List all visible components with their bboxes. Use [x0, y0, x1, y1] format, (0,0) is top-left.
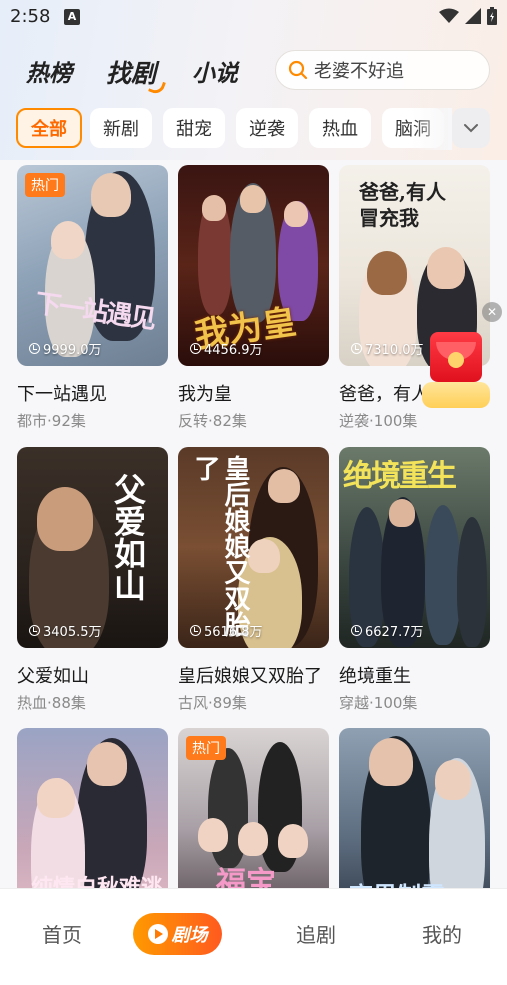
- tab-novel-label: 小说: [192, 61, 238, 87]
- drama-episodes: 92集: [51, 412, 86, 430]
- drama-meta: 都市·92集: [17, 412, 86, 430]
- drama-genre: 穿越: [339, 694, 370, 712]
- drama-episodes: 89集: [212, 694, 247, 712]
- drama-meta: 反转·82集: [178, 412, 247, 430]
- views-icon: [351, 343, 362, 354]
- drama-poster: 下一站遇见 热门 9999.0万: [17, 165, 168, 366]
- active-tab-indicator: [148, 78, 166, 96]
- drama-card[interactable]: 绝境重生 6627.7万 绝境重生 穿越·100集: [339, 447, 490, 713]
- drama-episodes: 100集: [373, 412, 418, 430]
- views-icon: [190, 343, 201, 354]
- drama-meta: 穿越·100集: [339, 694, 418, 712]
- view-count: 5616.8万: [190, 621, 263, 640]
- drama-card[interactable]: 父爱如山 3405.5万 父爱如山 热血·88集: [17, 447, 168, 713]
- drama-card[interactable]: 皇后娘娘又双胎了 5616.8万 皇后娘娘又双胎了 古风·89集: [178, 447, 329, 713]
- drama-genre: 热血: [17, 694, 48, 712]
- drama-poster: 我为皇 4456.9万: [178, 165, 329, 366]
- drama-episodes: 82集: [212, 412, 247, 430]
- top-nav: 热榜 找剧 小说 老婆不好追: [0, 48, 507, 96]
- chip-sweet[interactable]: 甜宠: [163, 108, 225, 148]
- view-count-text: 5616.8万: [204, 625, 263, 640]
- tab-hot-list-label: 热榜: [26, 61, 72, 87]
- view-count: 4456.9万: [190, 339, 263, 358]
- view-count-text: 3405.5万: [43, 625, 102, 640]
- drama-poster: 父爱如山 3405.5万: [17, 447, 168, 648]
- view-count: 9999.0万: [29, 339, 102, 358]
- tab-hot-list[interactable]: 热榜: [26, 54, 72, 88]
- drama-poster: 绝境重生 6627.7万: [339, 447, 490, 648]
- drama-genre: 反转: [178, 412, 209, 430]
- bottom-nav-theater-label: 剧场: [171, 925, 208, 946]
- drama-episodes: 88集: [51, 694, 86, 712]
- status-icons: [439, 7, 497, 25]
- bottom-nav-follow[interactable]: 追剧: [296, 919, 336, 948]
- notification-a-icon: A: [64, 9, 80, 25]
- drama-title: 皇后娘娘又双胎了: [178, 666, 322, 687]
- bottom-nav-theater[interactable]: 剧场: [133, 913, 222, 955]
- wifi-icon: [439, 8, 459, 23]
- poster-title-art: 爸爸,有人冒充我: [359, 180, 446, 230]
- hot-badge: 热门: [25, 173, 65, 197]
- battery-icon: [487, 7, 497, 25]
- drama-title: 下一站遇见: [17, 384, 107, 405]
- drama-title: 我为皇: [178, 384, 232, 405]
- chip-hot-blood[interactable]: 热血: [309, 108, 371, 148]
- tab-novel[interactable]: 小说: [192, 54, 238, 88]
- view-count: 3405.5万: [29, 621, 102, 640]
- drama-episodes: 100集: [373, 694, 418, 712]
- status-bar: 2:58 A: [0, 0, 507, 34]
- chips-fade: [412, 108, 452, 150]
- category-chips: 全部 新剧 甜宠 逆袭 热血 脑洞: [0, 108, 507, 150]
- view-count: 7310.0万: [351, 339, 424, 358]
- chips-expand-button[interactable]: [452, 108, 490, 148]
- drama-title: 绝境重生: [339, 666, 411, 687]
- poster-title-art: 父爱如山: [109, 473, 147, 601]
- search-input[interactable]: 老婆不好追: [275, 50, 490, 90]
- coin-icon: [448, 352, 464, 368]
- chip-counterattack[interactable]: 逆袭: [236, 108, 298, 148]
- chip-all[interactable]: 全部: [16, 108, 82, 148]
- views-icon: [29, 625, 40, 636]
- close-icon[interactable]: ✕: [482, 302, 502, 322]
- bottom-nav-home[interactable]: 首页: [42, 919, 82, 948]
- signal-icon: [465, 8, 481, 24]
- drama-genre: 逆袭: [339, 412, 370, 430]
- search-placeholder: 老婆不好追: [314, 61, 404, 82]
- play-icon: [147, 924, 168, 944]
- drama-title: 父爱如山: [17, 666, 89, 687]
- view-count-text: 6627.7万: [365, 625, 424, 640]
- search-icon: [288, 60, 308, 80]
- hot-badge: 热门: [186, 736, 226, 760]
- status-time: 2:58: [10, 6, 51, 27]
- views-icon: [29, 343, 40, 354]
- drama-meta: 逆袭·100集: [339, 412, 418, 430]
- chip-new[interactable]: 新剧: [90, 108, 152, 148]
- tab-find-drama[interactable]: 找剧: [106, 54, 166, 96]
- views-icon: [351, 625, 362, 636]
- bottom-nav: 首页 剧场 追剧 我的: [0, 888, 507, 985]
- drama-title: 爸爸，有人冒充我: [339, 384, 423, 405]
- drama-meta: 热血·88集: [17, 694, 86, 712]
- bottom-nav-mine[interactable]: 我的: [422, 919, 462, 948]
- poster-title-art: 皇后娘娘又双胎了: [190, 455, 250, 637]
- view-count-text: 9999.0万: [43, 343, 102, 358]
- tab-find-drama-label: 找剧: [106, 59, 157, 88]
- poster-title-art: 绝境重生: [343, 459, 457, 494]
- chevron-down-icon: [464, 124, 478, 133]
- red-packet-widget[interactable]: [422, 332, 490, 408]
- view-count-text: 4456.9万: [204, 343, 263, 358]
- drama-card[interactable]: 下一站遇见 热门 9999.0万 下一站遇见 都市·92集: [17, 165, 168, 431]
- drama-card[interactable]: 我为皇 4456.9万 我为皇 反转·82集: [178, 165, 329, 431]
- views-icon: [190, 625, 201, 636]
- drama-genre: 都市: [17, 412, 48, 430]
- view-count-text: 7310.0万: [365, 343, 424, 358]
- drama-poster: 皇后娘娘又双胎了 5616.8万: [178, 447, 329, 648]
- red-packet-base: [422, 382, 490, 408]
- drama-genre: 古风: [178, 694, 209, 712]
- drama-meta: 古风·89集: [178, 694, 247, 712]
- view-count: 6627.7万: [351, 621, 424, 640]
